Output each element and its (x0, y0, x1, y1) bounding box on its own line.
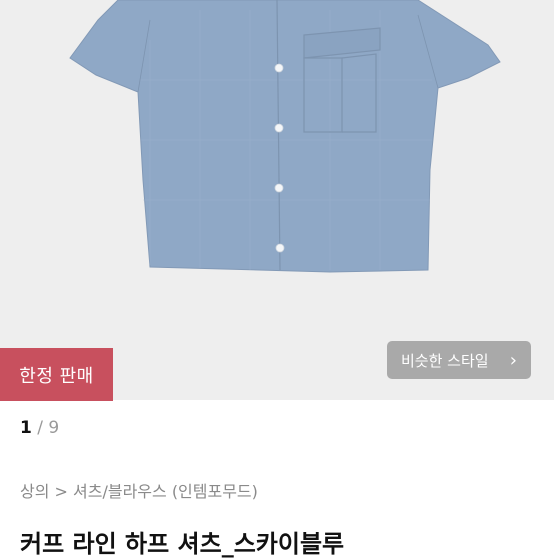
chevron-right-icon: › (509, 350, 517, 371)
shirt-button (275, 243, 285, 253)
product-image[interactable] (0, 0, 554, 400)
shirt-body (69, 0, 501, 273)
limited-sale-badge: 한정 판매 (0, 348, 113, 401)
image-counter: 1 / 9 (20, 418, 59, 438)
similar-style-label: 비슷한 스타일 (401, 351, 489, 370)
image-counter-separator: / (31, 418, 49, 438)
image-counter-current: 1 (20, 418, 32, 438)
image-counter-total: 9 (48, 418, 60, 438)
shirt-button (274, 63, 284, 73)
shirt-button (274, 183, 284, 193)
limited-sale-label: 한정 판매 (19, 365, 94, 387)
shirt-button (274, 123, 284, 133)
shirt-illustration (69, 0, 501, 273)
similar-style-button[interactable]: 비슷한 스타일 › (387, 341, 531, 379)
category-breadcrumb[interactable]: 상의 > 셔츠/블라우스 (인템포무드) (20, 478, 258, 502)
